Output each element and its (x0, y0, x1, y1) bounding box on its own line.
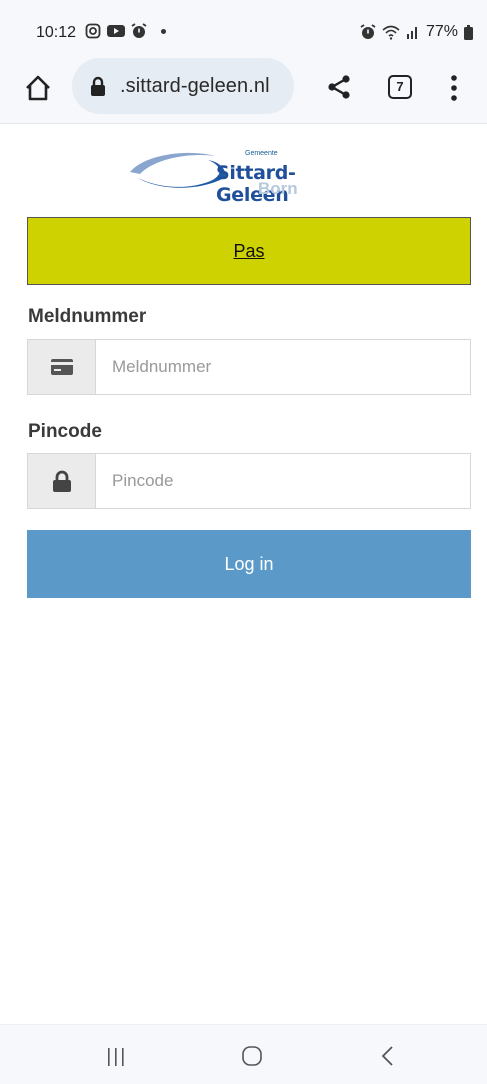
address-bar[interactable]: .sittard-geleen.nl (72, 58, 294, 114)
logo-sub-text: Born (258, 179, 298, 198)
meldnummer-addon (28, 340, 96, 394)
pincode-input[interactable] (96, 454, 470, 508)
pincode-group (27, 453, 471, 509)
login-button[interactable]: Log in (27, 530, 471, 598)
status-icons-left (85, 23, 166, 39)
home-circle-icon[interactable] (241, 1045, 263, 1067)
share-icon[interactable] (326, 74, 352, 100)
tab-count: 7 (396, 79, 404, 94)
dot-icon (161, 28, 166, 34)
wifi-icon (382, 25, 400, 40)
meldnummer-input[interactable] (96, 340, 470, 394)
android-nav-bar (0, 1024, 487, 1084)
credit-card-icon (50, 359, 73, 375)
municipality-logo: Gemeente Sittard-Geleen Born (128, 148, 360, 206)
youtube-icon (107, 25, 125, 37)
logo-small-text: Gemeente (245, 150, 278, 157)
instagram-icon (85, 23, 101, 39)
lock-icon (91, 76, 105, 96)
url-text: .sittard-geleen.nl (120, 75, 270, 97)
battery-percent: 77% (425, 23, 458, 40)
meldnummer-label: Meldnummer (28, 306, 147, 327)
pincode-label: Pincode (28, 421, 102, 442)
status-time: 10:12 (36, 24, 77, 41)
status-bar: 10:12 77% (0, 0, 487, 48)
alarm-icon (360, 24, 376, 39)
pas-link[interactable]: Pas (233, 241, 264, 262)
back-icon[interactable] (380, 1045, 394, 1067)
browser-toolbar: .sittard-geleen.nl 7 (0, 48, 487, 124)
pas-banner: Pas (27, 217, 471, 285)
signal-icon (406, 27, 417, 39)
alarm-icon (131, 23, 147, 38)
meldnummer-group (27, 339, 471, 395)
battery-icon (464, 24, 473, 40)
padlock-icon (52, 470, 71, 492)
recent-apps-icon[interactable] (106, 1047, 126, 1067)
pincode-addon (28, 454, 96, 508)
more-vert-icon[interactable] (448, 74, 460, 102)
status-icons-right: 77% (360, 23, 473, 41)
tabs-icon[interactable]: 7 (388, 75, 412, 99)
home-icon[interactable] (24, 74, 52, 102)
